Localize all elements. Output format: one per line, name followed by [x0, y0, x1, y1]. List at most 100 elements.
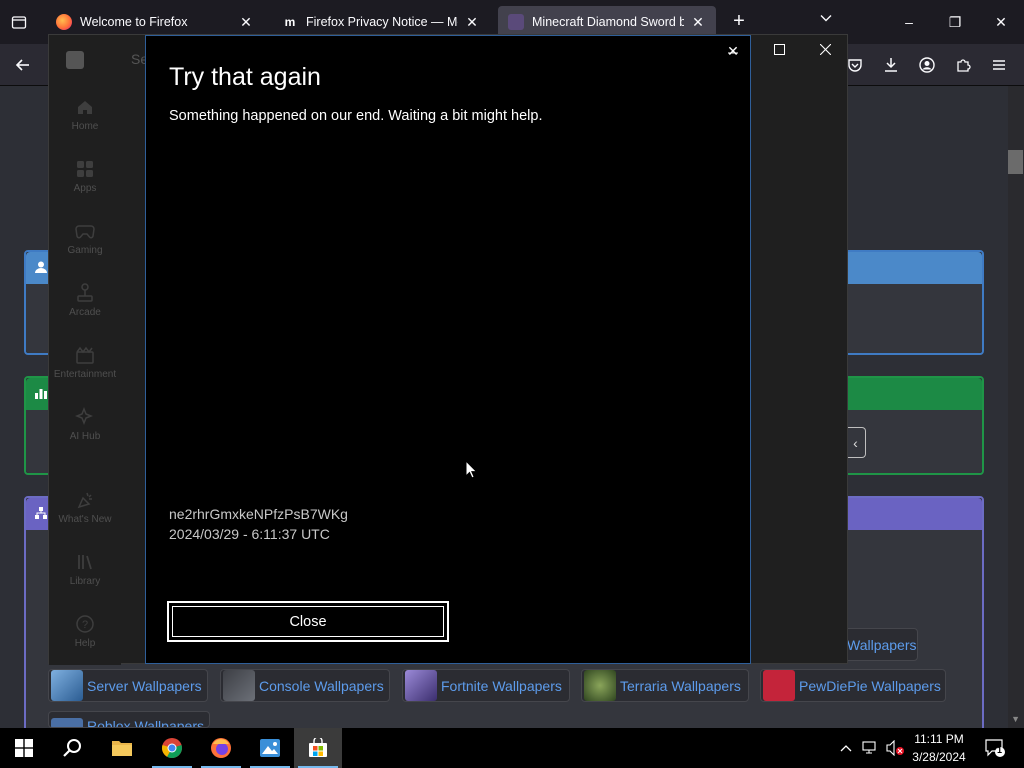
nav-label: Help — [74, 638, 96, 649]
error-code: ne2rhrGmxkeNPfzPsB7WKg — [169, 506, 348, 522]
search-button[interactable] — [48, 728, 96, 768]
chip-thumbnail — [51, 718, 83, 727]
back-arrow-icon[interactable] — [10, 52, 36, 78]
chip-thumbnail — [763, 670, 795, 701]
site-favicon-icon — [508, 14, 524, 30]
store-logo-icon — [66, 51, 84, 69]
dialog-minimize-icon[interactable] — [710, 34, 756, 64]
file-explorer-button[interactable] — [98, 728, 146, 768]
store-bag-icon — [309, 738, 327, 757]
page-scrollbar[interactable] — [1008, 86, 1024, 728]
notification-center-button[interactable]: 1 — [980, 728, 1010, 768]
pewdiepie-wallpapers-chip[interactable]: PewDiePie Wallpapers — [760, 669, 946, 702]
firefox-button[interactable] — [197, 728, 245, 768]
server-wallpapers-chip[interactable]: Server Wallpapers — [48, 669, 208, 702]
dialog-maximize-icon[interactable] — [756, 34, 802, 64]
clock-time: 11:11 PM — [914, 732, 964, 746]
nav-label: Apps — [73, 183, 97, 194]
apps-icon — [75, 159, 95, 179]
chip-label: Terraria Wallpapers — [620, 677, 741, 694]
scrollbar-thumb[interactable] — [1008, 150, 1023, 174]
store-nav-home[interactable]: Home — [49, 91, 121, 147]
user-icon — [35, 261, 47, 273]
list-all-tabs-icon[interactable] — [815, 11, 837, 33]
microsoft-store-button[interactable] — [294, 728, 342, 768]
home-icon — [75, 97, 95, 117]
terraria-wallpapers-chip[interactable]: Terraria Wallpapers — [581, 669, 749, 702]
app-menu-icon[interactable] — [986, 52, 1012, 78]
store-nav-gaming[interactable]: Gaming — [49, 215, 121, 271]
notification-count: 1 — [997, 745, 1003, 755]
store-nav-whats-new[interactable]: What's New — [49, 484, 121, 540]
dialog-message: Something happened on our end. Waiting a… — [169, 108, 543, 124]
nav-label: What's New — [58, 514, 112, 525]
chrome-button[interactable] — [148, 728, 196, 768]
close-button[interactable]: Close — [167, 601, 449, 642]
store-nav-apps[interactable]: Apps — [49, 153, 121, 209]
chip-thumbnail — [223, 670, 255, 701]
chip-label: Fortnite Wallpapers — [441, 677, 562, 694]
store-sidebar: Home Apps Gaming Arcade Entertainment AI… — [49, 35, 121, 665]
tab-title: Firefox Privacy Notice — Mozilla — [306, 15, 458, 29]
tab-title: Welcome to Firefox — [80, 15, 188, 29]
network-icon[interactable] — [860, 728, 880, 768]
nav-label: AI Hub — [69, 431, 101, 442]
store-nav-ai-hub[interactable]: AI Hub — [49, 401, 121, 457]
volume-muted-icon[interactable] — [884, 728, 906, 768]
search-icon — [63, 739, 81, 757]
nav-label: Library — [69, 576, 101, 587]
window-restore-button[interactable]: ❐ — [932, 0, 978, 44]
roblox-wallpapers-chip[interactable]: Roblox Wallpapers — [48, 711, 210, 728]
new-tab-button[interactable]: + — [728, 11, 750, 33]
window-close-button[interactable]: ✕ — [978, 0, 1024, 44]
fortnite-wallpapers-chip[interactable]: Fortnite Wallpapers — [402, 669, 570, 702]
gaming-icon — [75, 221, 95, 241]
nav-label: Arcade — [69, 307, 101, 318]
photos-button[interactable] — [246, 728, 294, 768]
windows-taskbar: 11:11 PM 3/28/2024 1 — [0, 728, 1024, 768]
ai-hub-icon — [75, 407, 95, 427]
green-card-button[interactable]: ‹ — [846, 427, 866, 458]
dialog-window-close-icon[interactable] — [802, 34, 848, 64]
mozilla-favicon-icon: m — [282, 14, 298, 30]
nav-label: Gaming — [67, 245, 103, 256]
tab-title: Minecraft Diamond Sword by n — [532, 15, 684, 29]
chip-label: Console Wallpapers — [259, 677, 384, 694]
close-tab-icon[interactable]: ✕ — [238, 14, 254, 30]
svg-text:?: ? — [82, 619, 88, 631]
window-minimize-button[interactable]: – — [886, 0, 932, 44]
store-nav-help[interactable]: ? Help — [49, 608, 121, 664]
entertainment-icon — [75, 345, 95, 365]
firefox-icon — [211, 738, 231, 758]
clock-date: 3/28/2024 — [912, 750, 966, 764]
close-tab-icon[interactable]: ✕ — [464, 14, 480, 30]
store-nav-arcade[interactable]: Arcade — [49, 277, 121, 333]
downloads-icon[interactable] — [878, 52, 904, 78]
firefox-favicon-icon — [56, 14, 72, 30]
chip-label: Wallpapers — [847, 636, 917, 653]
close-tab-icon[interactable]: ✕ — [690, 14, 706, 30]
system-clock[interactable]: 11:11 PM 3/28/2024 — [905, 730, 973, 766]
notification-icon — [985, 739, 1005, 757]
help-icon: ? — [75, 614, 95, 634]
chip-label: Server Wallpapers — [87, 677, 202, 694]
extensions-icon[interactable] — [950, 52, 976, 78]
console-wallpapers-chip[interactable]: Console Wallpapers — [220, 669, 390, 702]
store-nav-library[interactable]: Library — [49, 546, 121, 602]
chip-thumbnail — [405, 670, 437, 701]
nav-label: Entertainment — [53, 369, 117, 380]
whats-new-icon — [75, 490, 95, 510]
mouse-cursor-icon — [465, 460, 478, 479]
chip-thumbnail — [584, 670, 616, 701]
firefox-view-icon[interactable] — [8, 11, 30, 33]
error-dialog: ✕ Try that again Something happened on o… — [145, 35, 751, 664]
show-hidden-icons-chevron-icon[interactable] — [838, 728, 854, 768]
sitemap-icon — [35, 507, 47, 519]
start-button[interactable] — [0, 728, 48, 768]
stats-icon — [35, 389, 47, 399]
photos-icon — [260, 739, 280, 757]
account-icon[interactable] — [914, 52, 940, 78]
scroll-down-icon[interactable]: ▼ — [1011, 714, 1020, 724]
error-timestamp: 2024/03/29 - 6:11:37 UTC — [169, 526, 330, 542]
store-nav-entertainment[interactable]: Entertainment — [49, 339, 121, 395]
